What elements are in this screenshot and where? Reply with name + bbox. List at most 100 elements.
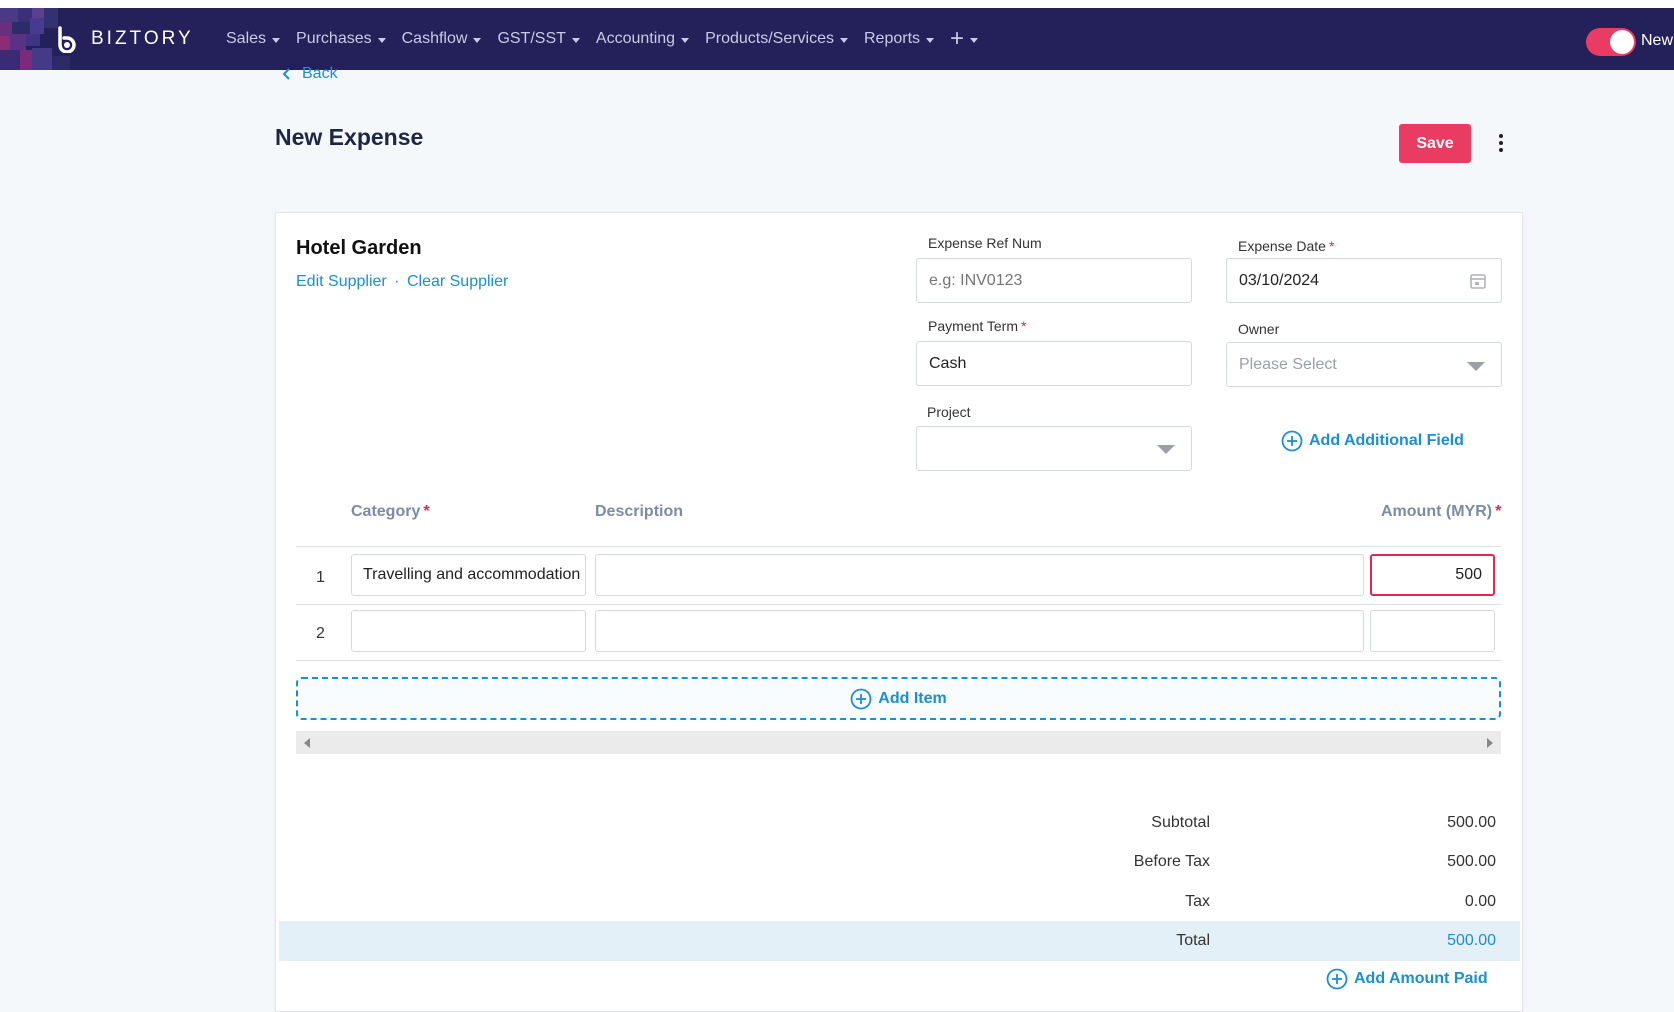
project-select[interactable] bbox=[916, 426, 1192, 471]
menu-products-services[interactable]: Products/Services bbox=[705, 30, 848, 48]
menu-label: Accounting bbox=[595, 30, 676, 47]
required-mark: * bbox=[1495, 503, 1502, 520]
expense-date-field[interactable]: 03/10/2024 bbox=[1226, 258, 1502, 303]
chevron-down-icon bbox=[1467, 362, 1485, 371]
tax-value: 0.00 bbox=[1464, 893, 1496, 910]
total-row bbox=[279, 921, 1520, 961]
scroll-left-icon[interactable] bbox=[304, 738, 310, 748]
caret-down-icon bbox=[571, 37, 580, 43]
brand-name: BIZTORY bbox=[91, 28, 194, 49]
menu-label: GST/SST bbox=[497, 30, 566, 47]
menu-reports[interactable]: Reports bbox=[864, 30, 935, 48]
subtotal-label: Subtotal bbox=[1151, 814, 1210, 831]
row-number: 1 bbox=[316, 569, 325, 586]
caret-down-icon bbox=[272, 37, 281, 43]
description-header: Description bbox=[595, 503, 683, 521]
save-button[interactable]: Save bbox=[1399, 124, 1471, 163]
back-chevron-icon bbox=[282, 68, 290, 80]
amount-input[interactable]: 500 bbox=[1370, 554, 1495, 596]
payment-term-value: Cash bbox=[929, 354, 967, 372]
description-input[interactable] bbox=[595, 554, 1364, 596]
owner-label: Owner bbox=[1238, 321, 1279, 337]
before-tax-value: 500.00 bbox=[1447, 853, 1496, 870]
plus-icon: + bbox=[950, 25, 965, 52]
menu-gst-sst[interactable]: GST/SST bbox=[497, 30, 580, 48]
top-navbar: BIZTORY Sales Purchases Cashflow GST/SST… bbox=[0, 8, 1674, 70]
page-title: New Expense bbox=[275, 124, 424, 150]
required-mark: * bbox=[423, 503, 430, 520]
caret-down-icon bbox=[970, 37, 979, 43]
calendar-icon[interactable] bbox=[1469, 272, 1487, 290]
table-divider bbox=[296, 604, 1501, 605]
menu-label: Purchases bbox=[296, 30, 372, 47]
circle-plus-icon bbox=[850, 688, 872, 709]
label-text: Owner bbox=[1238, 321, 1280, 337]
ref-num-input[interactable] bbox=[916, 258, 1192, 303]
biztory-logo[interactable]: BIZTORY bbox=[55, 26, 194, 53]
menu-cashflow[interactable]: Cashflow bbox=[402, 30, 482, 48]
expense-date-label: Expense Date * bbox=[1238, 238, 1334, 254]
description-input[interactable] bbox=[595, 610, 1364, 652]
total-value: 500.00 bbox=[1447, 932, 1496, 949]
label-text: Payment Term bbox=[928, 318, 1018, 334]
header-text: Category bbox=[351, 503, 421, 520]
header-text: Description bbox=[595, 503, 684, 520]
required-mark: * bbox=[1021, 318, 1027, 334]
back-link[interactable]: Back bbox=[282, 65, 338, 83]
expense-date-value: 03/10/2024 bbox=[1239, 271, 1320, 289]
chevron-down-icon bbox=[1157, 445, 1175, 454]
project-label: Project bbox=[927, 404, 971, 420]
expense-form-card: Hotel Garden Edit Supplier · Clear Suppl… bbox=[275, 212, 1523, 1012]
caret-down-icon bbox=[377, 37, 386, 43]
quick-create-menu[interactable]: + bbox=[950, 25, 979, 53]
edit-supplier-link[interactable]: Edit Supplier bbox=[296, 273, 387, 290]
label-text: Expense Date bbox=[1238, 238, 1326, 254]
owner-placeholder: Please Select bbox=[1239, 355, 1337, 373]
label-text: Project bbox=[927, 404, 971, 420]
amount-input[interactable] bbox=[1370, 610, 1495, 652]
kebab-icon[interactable] bbox=[1496, 132, 1506, 154]
add-additional-field-button[interactable]: Add Additional Field bbox=[1281, 430, 1464, 452]
add-amount-paid-button[interactable]: Add Amount Paid bbox=[1326, 968, 1488, 990]
menu-label: Products/Services bbox=[705, 30, 834, 47]
toggle-label: New bbox=[1641, 32, 1674, 49]
category-input[interactable] bbox=[351, 610, 586, 652]
required-mark: * bbox=[1328, 238, 1335, 254]
separator: · bbox=[394, 273, 400, 290]
header-text: Amount (MYR) bbox=[1381, 503, 1493, 520]
new-ui-toggle[interactable] bbox=[1586, 28, 1636, 56]
category-input[interactable]: Travelling and accommodation bbox=[351, 554, 586, 596]
label-text: Expense Ref Num bbox=[928, 235, 1042, 251]
before-tax-label: Before Tax bbox=[1133, 853, 1210, 870]
biztory-logo-icon bbox=[58, 26, 76, 53]
top-border bbox=[0, 0, 1674, 8]
caret-down-icon bbox=[681, 37, 690, 43]
menu-label: Sales bbox=[226, 30, 267, 47]
circle-plus-icon bbox=[1281, 430, 1303, 452]
add-item-label: Add Item bbox=[878, 689, 947, 707]
table-divider bbox=[296, 546, 1501, 547]
amount-header: Amount (MYR) * bbox=[1381, 503, 1501, 521]
menu-purchases[interactable]: Purchases bbox=[296, 30, 386, 48]
supplier-actions: Edit Supplier · Clear Supplier bbox=[296, 273, 508, 291]
owner-select[interactable]: Please Select bbox=[1226, 342, 1502, 387]
main-menu: Sales Purchases Cashflow GST/SST Account… bbox=[226, 8, 979, 70]
menu-sales[interactable]: Sales bbox=[226, 30, 281, 48]
payment-term-field[interactable]: Cash bbox=[916, 341, 1192, 386]
clear-supplier-link[interactable]: Clear Supplier bbox=[407, 273, 508, 290]
payment-term-label: Payment Term * bbox=[928, 318, 1026, 334]
add-item-button[interactable]: Add Item bbox=[296, 677, 1501, 720]
menu-accounting[interactable]: Accounting bbox=[595, 30, 690, 48]
caret-down-icon bbox=[926, 37, 935, 43]
caret-down-icon bbox=[840, 37, 848, 43]
tax-label: Tax bbox=[1185, 893, 1210, 910]
menu-label: Cashflow bbox=[401, 30, 468, 47]
caret-down-icon bbox=[473, 37, 482, 43]
add-amount-paid-label: Add Amount Paid bbox=[1354, 970, 1488, 987]
table-divider bbox=[296, 660, 1501, 661]
supplier-name: Hotel Garden bbox=[296, 237, 422, 259]
scroll-right-icon[interactable] bbox=[1487, 738, 1493, 748]
back-label: Back bbox=[302, 65, 338, 82]
menu-label: Reports bbox=[864, 30, 921, 47]
horizontal-scrollbar[interactable] bbox=[296, 731, 1501, 754]
